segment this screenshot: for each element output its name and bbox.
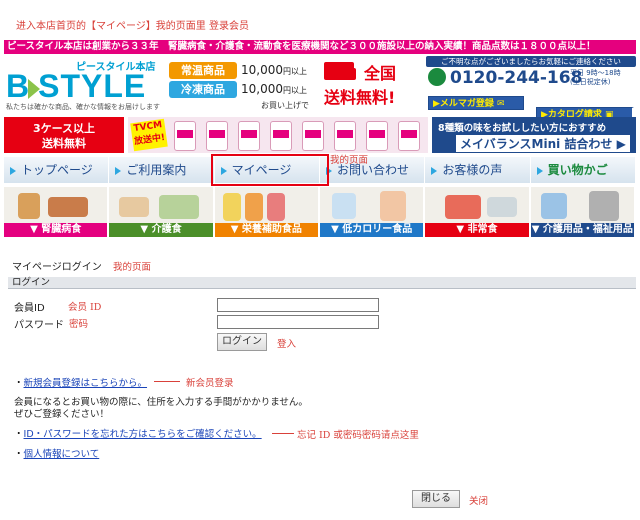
register-annotation: 新会员登录	[186, 378, 234, 389]
price-normal: 10,000円以上	[241, 63, 307, 77]
category-strip: ▼ 腎臓病食 ▼ 介護食 ▼ 栄養補助食品 ▼ 低カロリー食品 ▼ 非常食 ▼ …	[4, 187, 636, 237]
forgot-password-link[interactable]: ID・パスワードを忘れた方はこちらをご確認ください。	[24, 429, 262, 440]
member-id-input[interactable]	[217, 298, 379, 312]
mypage-highlight-box	[211, 154, 329, 186]
category-emergency-food[interactable]: ▼ 非常食	[425, 187, 531, 237]
free-shipping-label: 送料無料!	[324, 88, 396, 107]
page: 进入本店首页的【マイページ】我的页面里 登录会员 ピースタイル本店は創業から３３…	[0, 0, 640, 520]
meibalance-promo-line2: メイバランスMini 詰合わせ ▶	[456, 135, 630, 152]
nav-guide[interactable]: ご利用案内	[109, 157, 215, 183]
category-nutrition[interactable]: ▼ 栄養補助食品	[214, 187, 320, 237]
privacy-link[interactable]: 個人情報について	[24, 449, 100, 460]
top-annotation: 进入本店首页的【マイページ】我的页面里 登录会员	[16, 21, 249, 32]
product-can-icon	[366, 121, 388, 151]
bullet: ・	[14, 378, 24, 389]
section-title: マイページログイン	[12, 262, 102, 273]
price-threshold-box: 常温商品 冷凍商品 10,000円以上 10,000円以上 お買い上げで	[169, 60, 319, 110]
product-can-icon	[238, 121, 260, 151]
login-button[interactable]: ログイン	[217, 333, 267, 351]
shop-logo[interactable]: ピースタイル本店 B STYLE 私たちは確かな商品、確かな情報をお届けします	[4, 56, 164, 111]
category-label: ▼ 腎臓病食	[4, 223, 108, 237]
nav-arrow-icon	[115, 166, 122, 175]
case-promo-line1: 3ケース以上	[32, 122, 96, 135]
category-low-calorie[interactable]: ▼ 低カロリー食品	[319, 187, 426, 237]
product-can-icon	[270, 121, 292, 151]
product-can-icon	[302, 121, 324, 151]
free-shipping-top: 全国	[364, 64, 397, 83]
phone-number: 0120-244-168	[450, 68, 583, 88]
nav-top-page[interactable]: トップページ	[4, 157, 110, 183]
category-label: ▼ 低カロリー食品	[319, 223, 424, 237]
password-annotation: 密码	[69, 319, 89, 330]
member-id-annotation: 会员 ID	[68, 302, 102, 313]
close-button[interactable]: 閉じる	[412, 490, 460, 508]
forgot-annotation: 忘记 ID 或密码密码请点这里	[297, 430, 419, 441]
product-can-icon	[206, 121, 228, 151]
shop-banner[interactable]: ピースタイル本店は創業から３３年 腎臓病食・介護食・流動食を医療機関など３００施…	[4, 40, 636, 155]
member-id-label: 会員ID	[14, 303, 45, 314]
login-header-bar	[8, 277, 636, 289]
section-annotation: 我的页面	[113, 262, 152, 273]
price-frozen: 10,000円以上	[241, 82, 307, 96]
free-shipping-box: 全国 送料無料!	[322, 58, 422, 110]
category-image	[530, 187, 634, 223]
newsletter-button[interactable]: ▶メルマガ登録 ✉	[428, 96, 524, 110]
tag-frozen: 冷凍商品	[169, 81, 237, 98]
category-image	[4, 187, 108, 223]
category-care-goods[interactable]: ▼ 介護用品・福祉用品	[530, 187, 636, 237]
category-label: ▼ 栄養補助食品	[214, 223, 318, 237]
category-care-food[interactable]: ▼ 介護食	[109, 187, 215, 237]
meibalance-promo-line1: 8種類の味をお試ししたい方におすすめ	[438, 123, 607, 134]
freedial-icon	[428, 68, 446, 86]
truck-icon	[324, 62, 356, 80]
logo-wordmark: B STYLE	[6, 68, 147, 104]
category-label: ▼ 非常食	[425, 223, 529, 237]
cart-icon	[536, 166, 543, 175]
category-label: ▼ 介護用品・福祉用品	[530, 223, 634, 237]
close-annotation: 关闭	[469, 496, 489, 507]
tag-room-temperature: 常温商品	[169, 62, 237, 79]
forgot-row: ・ID・パスワードを忘れた方はこちらをご確認ください。	[14, 426, 262, 440]
login-header-label: ログイン	[12, 277, 51, 288]
login-annotation: 登入	[277, 339, 297, 350]
price-note: お買い上げで	[261, 101, 309, 110]
product-can-icon	[174, 121, 196, 151]
banner-ribbon: ピースタイル本店は創業から３３年 腎臓病食・介護食・流動食を医療機関など３００施…	[4, 40, 636, 54]
nav-arrow-icon	[431, 166, 438, 175]
nav-customer-voice[interactable]: お客様の声	[425, 157, 531, 183]
product-can-icon	[398, 121, 420, 151]
contact-header: ご不明な点がございましたらお気軽にご連絡ください	[426, 56, 636, 67]
nav-arrow-icon	[10, 166, 16, 175]
bullet: ・	[14, 429, 24, 440]
register-link[interactable]: 新規会員登録はこちらから。	[24, 378, 148, 389]
register-row: ・新規会員登録はこちらから。	[14, 375, 147, 389]
category-kidney-food[interactable]: ▼ 腎臓病食	[4, 187, 110, 237]
tvcm-badge: TVCM 放送中!	[130, 118, 168, 152]
password-label: パスワード	[14, 320, 64, 331]
business-hours: 平日 9時～18時 (土日祝定休)	[570, 69, 621, 86]
banner-row-top: ピースタイル本店 B STYLE 私たちは確かな商品、確かな情報をお届けします 常…	[4, 54, 636, 121]
register-info-line2: ぜひご登録ください！	[14, 409, 110, 420]
logo-tagline: 私たちは確かな商品、確かな情報をお届けします	[6, 103, 160, 111]
nav-cart[interactable]: 買い物かご	[530, 157, 636, 183]
annotation-line	[154, 381, 180, 382]
product-cans-promo[interactable]: TVCM 放送中!	[128, 117, 428, 153]
mypage-annotation: 我的页面	[330, 155, 369, 166]
case-promo-line2: 送料無料	[42, 137, 86, 150]
product-can-icon	[334, 121, 356, 151]
password-input[interactable]	[217, 315, 379, 329]
banner-row-promo: 3ケース以上 送料無料 TVCM 放送中! 8種類の味をお試ししたい方におすすめ…	[4, 117, 636, 153]
category-image	[109, 187, 213, 223]
category-label: ▼ 介護食	[109, 223, 213, 237]
meibalance-promo[interactable]: 8種類の味をお試ししたい方におすすめ メイバランスMini 詰合わせ ▶	[432, 117, 636, 153]
annotation-line	[272, 433, 294, 434]
contact-box: ご不明な点がございましたらお気軽にご連絡ください 0120-244-168 平日…	[426, 56, 636, 121]
category-image	[214, 187, 318, 223]
category-image	[319, 187, 424, 223]
privacy-row: ・個人情報について	[14, 446, 99, 460]
category-image	[425, 187, 529, 223]
bullet: ・	[14, 449, 24, 460]
case-free-shipping-promo[interactable]: 3ケース以上 送料無料	[4, 117, 124, 153]
